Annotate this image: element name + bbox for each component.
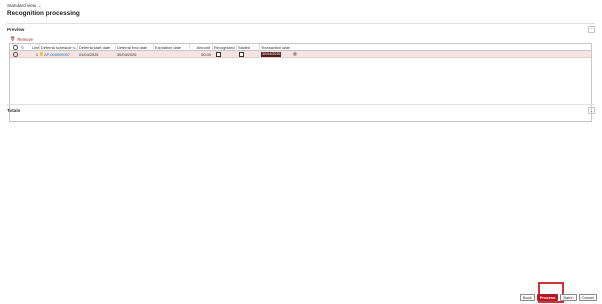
cell-start-date: 01/04/2025 (79, 52, 99, 57)
view-label: Standard view (7, 3, 37, 8)
cell-schedule-link[interactable]: AP-000000007 (44, 51, 78, 58)
page-title: Recognition processing (7, 10, 80, 17)
remove-label: Remove (17, 36, 33, 42)
batch-button[interactable]: Batch (560, 294, 577, 301)
col-expiration-date[interactable]: Expiration date (154, 44, 190, 51)
recognized-checkbox[interactable] (216, 52, 221, 57)
row-select-radio[interactable] (13, 52, 18, 57)
trash-icon: 🗑 (10, 36, 16, 41)
collapse-icon[interactable]: ⌃ (588, 26, 595, 33)
transaction-date-input[interactable]: 30/04/2025 (261, 51, 282, 58)
calendar-icon[interactable]: ▦ (293, 51, 297, 58)
expand-icon[interactable]: ⌄ (588, 107, 595, 114)
select-all-radio[interactable] (13, 45, 18, 50)
view-selector[interactable]: Standard view ⌄ (7, 3, 41, 8)
col-stalled[interactable]: Stalled (237, 44, 260, 51)
stalled-checkbox[interactable] (239, 52, 244, 57)
chevron-down-icon: ⌄ (38, 2, 42, 8)
col-line[interactable]: Line (31, 44, 40, 51)
col-transaction-date[interactable]: Transaction date (260, 44, 296, 51)
edit-icon (40, 52, 43, 57)
grid-header: ↻ Line Deferral schedule n... Deferral s… (10, 44, 591, 51)
back-button[interactable]: Back (519, 294, 535, 301)
cancel-button[interactable]: Cancel (578, 294, 597, 301)
cell-end-date: 30/04/2025 (117, 52, 137, 57)
col-start-date[interactable]: Deferral start date (78, 44, 116, 51)
col-end-date[interactable]: Deferral end date (116, 44, 154, 51)
remove-button[interactable]: 🗑 Remove (10, 36, 33, 42)
footer-actions: Back Process Batch Cancel (519, 294, 597, 301)
totals-section: Totals ⌄ (7, 104, 595, 116)
col-schedule[interactable]: Deferral schedule n... (40, 44, 78, 51)
cell-line: 1 (35, 52, 38, 57)
preview-section: Preview ⌃ 🗑 Remove ↻ Line Deferral sched… (7, 23, 595, 122)
refresh-icon[interactable]: ↻ (21, 44, 25, 51)
totals-header[interactable]: Totals ⌄ (7, 105, 595, 116)
col-amount[interactable]: Amount (190, 44, 213, 51)
cell-expiration-date (155, 51, 190, 58)
cell-amount: 50.00 (201, 52, 211, 57)
preview-header[interactable]: Preview ⌃ (7, 24, 595, 35)
process-button[interactable]: Process (536, 294, 559, 301)
preview-title: Preview (7, 27, 25, 32)
col-recognized[interactable]: Recognized (213, 44, 237, 51)
table-row[interactable]: 1 AP-000000007 01/04/2025 30/04/2025 50.… (10, 51, 591, 58)
totals-title: Totals (7, 108, 21, 113)
